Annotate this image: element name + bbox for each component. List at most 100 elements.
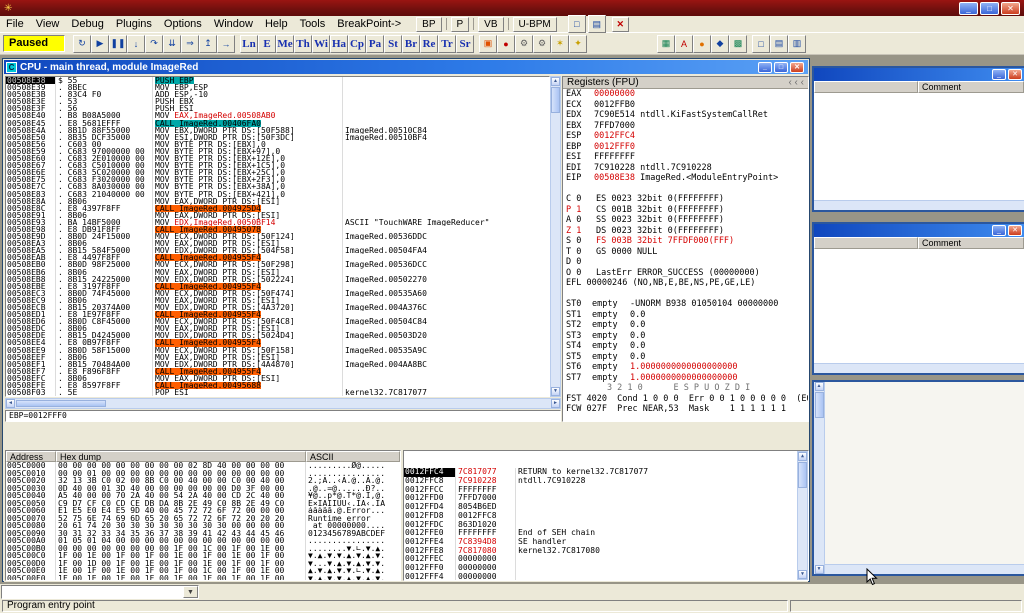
dump-row[interactable]: 005C00F01F 00 1E 00 1F 00 1F 00 1E 00 1F…	[6, 575, 400, 582]
dump-row[interactable]: 005C008020 61 74 20 30 30 30 30 30 30 30…	[6, 522, 400, 530]
letter-button-cp[interactable]: Cp	[348, 35, 366, 53]
dump-row[interactable]: 005C00300D 40 00 01 3D 40 00 00 00 00 00…	[6, 485, 400, 493]
disasm-row[interactable]: 00508EA3. 8B06MOV EAX,DWORD PTR DS:[ESI]	[6, 240, 549, 247]
plugin-gear-icon[interactable]: ⚙	[533, 35, 551, 53]
disassembly-vscrollbar[interactable]: ▲ ▼	[550, 76, 561, 397]
disasm-row[interactable]: 00508EDE. 8B15 D4245000MOV EDX,DWORD PTR…	[6, 332, 549, 339]
stack-pane[interactable]: 0012FFC47C817077RETURN to kernel32.7C817…	[403, 450, 809, 581]
restart-icon[interactable]: ↻	[73, 35, 91, 53]
disasm-row[interactable]: 00508EE9. 8B0D 58F15000MOV ECX,DWORD PTR…	[6, 347, 549, 354]
letter-button-tr[interactable]: Tr	[438, 35, 456, 53]
dump-row[interactable]: 005C0060E1 E5 E0 E4 E5 9D 40 00 45 72 72…	[6, 507, 400, 515]
registers-pane[interactable]: Registers (FPU) ‹ ‹ ‹ EAX00000000ECX0012…	[562, 76, 809, 422]
side-window-1-body[interactable]	[814, 93, 1024, 200]
close-button[interactable]: ✕	[1008, 69, 1022, 80]
side-window-1-titlebar[interactable]: _ ✕	[814, 68, 1024, 81]
menu-item-debug[interactable]: Debug	[65, 17, 109, 31]
cpu-minimize-button[interactable]: _	[758, 62, 772, 73]
menu-item-window[interactable]: Window	[208, 17, 259, 31]
close-button[interactable]: ✕	[1001, 2, 1020, 15]
letter-button-me[interactable]: Me	[276, 35, 294, 53]
maximize-button[interactable]: □	[980, 2, 999, 15]
side-window-3-body[interactable]	[825, 382, 1024, 574]
disasm-row[interactable]: 00508EAB. E8 4497F8FFCALL ImageRed.00495…	[6, 254, 549, 261]
disasm-row[interactable]: 00508EDC. 8B06MOV EAX,DWORD PTR DS:[ESI]	[6, 325, 549, 332]
step-into-icon[interactable]: ↓	[127, 35, 145, 53]
cascade-windows-icon[interactable]: □	[752, 35, 770, 53]
scroll-thumb[interactable]	[815, 392, 824, 418]
goto-icon[interactable]: →	[217, 35, 235, 53]
disasm-row[interactable]: 00508E3B. 83C4 F0ADD ESP,-10	[6, 91, 549, 98]
disasm-row[interactable]: 00508EC3. 8B0D 74F45000MOV ECX,DWORD PTR…	[6, 290, 549, 297]
disasm-row[interactable]: 00508ED6. 8B0D C8F45000MOV ECX,DWORD PTR…	[6, 318, 549, 325]
disasm-row[interactable]: 00508EB8. 8B15 24225000MOV EDX,DWORD PTR…	[6, 276, 549, 283]
cpu-maximize-button[interactable]: □	[774, 62, 788, 73]
menu-item-options[interactable]: Options	[158, 17, 208, 31]
disasm-row[interactable]: 00508E45. E8 5681EFFFCALL ImageRed.00406…	[6, 120, 549, 127]
disasm-row[interactable]: 00508E4A. 8B1D 88F55000MOV EBX,DWORD PTR…	[6, 127, 549, 134]
disasm-row[interactable]: 00508EB0. 8B0D 98F25000MOV ECX,DWORD PTR…	[6, 261, 549, 268]
record-icon[interactable]: ●	[693, 35, 711, 53]
disasm-row[interactable]: 00508E83. C683 21040000 00MOV BYTE PTR D…	[6, 191, 549, 198]
log-marker-icon[interactable]: ●	[497, 35, 515, 53]
disasm-row[interactable]: 00508EFC. 8B06MOV EAX,DWORD PTR DS:[ESI]	[6, 375, 549, 382]
disasm-row[interactable]: 00508E9D. 8B0D 24F15000MOV ECX,DWORD PTR…	[6, 233, 549, 240]
letter-button-wi[interactable]: Wi	[312, 35, 330, 53]
scroll-down-icon[interactable]: ▼	[798, 570, 807, 579]
disasm-row[interactable]: 00508EE4. E8 0B97F8FFCALL ImageRed.00495…	[6, 339, 549, 346]
disasm-row[interactable]: 00508E40. B8 B08A5000MOV EAX,ImageRed.00…	[6, 112, 549, 119]
close-button[interactable]: ✕	[1008, 225, 1022, 236]
scroll-thumb[interactable]	[798, 462, 807, 488]
pause-icon[interactable]: ❚❚	[109, 35, 127, 53]
menu-item-plugins[interactable]: Plugins	[110, 17, 158, 31]
disasm-row[interactable]: 00508E38$ 55PUSH EBP	[6, 77, 549, 84]
disasm-row[interactable]: 00508E6E. C683 5C020000 00MOV BYTE PTR D…	[6, 169, 549, 176]
disasm-row[interactable]: 00508E3E. 53PUSH EBX	[6, 98, 549, 105]
plugin-button-bp[interactable]: BP	[416, 17, 441, 32]
scroll-up-icon[interactable]: ▲	[815, 382, 824, 391]
dump-row[interactable]: 005C000000 00 00 00 00 00 00 00 00 02 8D…	[6, 462, 400, 470]
dump-row[interactable]: 005C0050C9 D7 CF C0 CD CE DB DA 8B 2E 49…	[6, 500, 400, 508]
exec-till-return-icon[interactable]: ↥	[199, 35, 217, 53]
letter-button-ha[interactable]: Ha	[330, 35, 348, 53]
disasm-row[interactable]: 00508E59. C683 97000000 00MOV BYTE PTR D…	[6, 148, 549, 155]
scroll-right-icon[interactable]: ►	[551, 399, 560, 408]
dump-row[interactable]: 005C007052 75 6E 74 69 6D 65 20 65 72 72…	[6, 515, 400, 523]
disasm-row[interactable]: 00508EF7. E8 F896F8FFCALL ImageRed.00495…	[6, 368, 549, 375]
animate-into-icon[interactable]: ⇊	[163, 35, 181, 53]
menu-item-file[interactable]: File	[0, 17, 30, 31]
disasm-row[interactable]: 00508EC9. 8B06MOV EAX,DWORD PTR DS:[ESI]	[6, 297, 549, 304]
side-window-3-vscrollbar[interactable]: ▲ ▼	[814, 382, 825, 574]
breakpoint-options-icon[interactable]: ▣	[479, 35, 497, 53]
tile-icon[interactable]: ▩	[729, 35, 747, 53]
dump-row[interactable]: 005C00B000 00 00 00 00 00 00 00 1F 00 1C…	[6, 545, 400, 553]
menu-item-breakpoint[interactable]: BreakPoint->	[331, 17, 407, 31]
scroll-thumb[interactable]	[16, 400, 106, 407]
dump-row[interactable]: 005C001000 00 01 00 00 00 00 00 00 00 00…	[6, 470, 400, 478]
diamond-icon[interactable]: ◆	[711, 35, 729, 53]
side-window-3-hscrollbar[interactable]	[825, 564, 1024, 574]
side-window-2-titlebar[interactable]: _ ✕	[814, 224, 1024, 237]
minimize-button[interactable]: _	[959, 2, 978, 15]
debug-options-gear-icon[interactable]: ⚙	[515, 35, 533, 53]
run-icon[interactable]: ▶	[91, 35, 109, 53]
disasm-row[interactable]: 00508E3F. 56PUSH ESI	[6, 105, 549, 112]
disasm-row[interactable]: 00508E67. C683 C5010000 00MOV BYTE PTR D…	[6, 162, 549, 169]
info-pane[interactable]: EBP=0012FFF0	[5, 410, 561, 422]
side-window-2-body[interactable]	[814, 249, 1024, 363]
dump-row[interactable]: 005C00C01F 00 1E 00 1F 00 1F 00 1E 00 1F…	[6, 552, 400, 560]
memory-dump-pane[interactable]: Address Hex dump ASCII 005C000000 00 00 …	[5, 450, 401, 581]
letter-button-e[interactable]: E	[258, 35, 276, 53]
disasm-row[interactable]: 00508E8A. 8B06MOV EAX,DWORD PTR DS:[ESI]	[6, 198, 549, 205]
minimize-button[interactable]: _	[992, 225, 1006, 236]
disasm-row[interactable]: 00508E7C. C683 8A030000 00MOV BYTE PTR D…	[6, 183, 549, 190]
disasm-row[interactable]: 00508E75. C683 F3020000 00MOV BYTE PTR D…	[6, 176, 549, 183]
disasm-row[interactable]: 00508EEF. 8B06MOV EAX,DWORD PTR DS:[ESI]	[6, 354, 549, 361]
letter-button-br[interactable]: Br	[402, 35, 420, 53]
letter-button-sr[interactable]: Sr	[456, 35, 474, 53]
letter-button-st[interactable]: St	[384, 35, 402, 53]
disasm-row[interactable]: 00508ECB. 8B15 20374A00MOV EDX,DWORD PTR…	[6, 304, 549, 311]
appearance-icon[interactable]: ✶	[551, 35, 569, 53]
dump-row[interactable]: 005C002032 13 3B C0 02 00 8B C0 00 40 00…	[6, 477, 400, 485]
mdi-close-icon[interactable]: ✕	[612, 17, 629, 32]
